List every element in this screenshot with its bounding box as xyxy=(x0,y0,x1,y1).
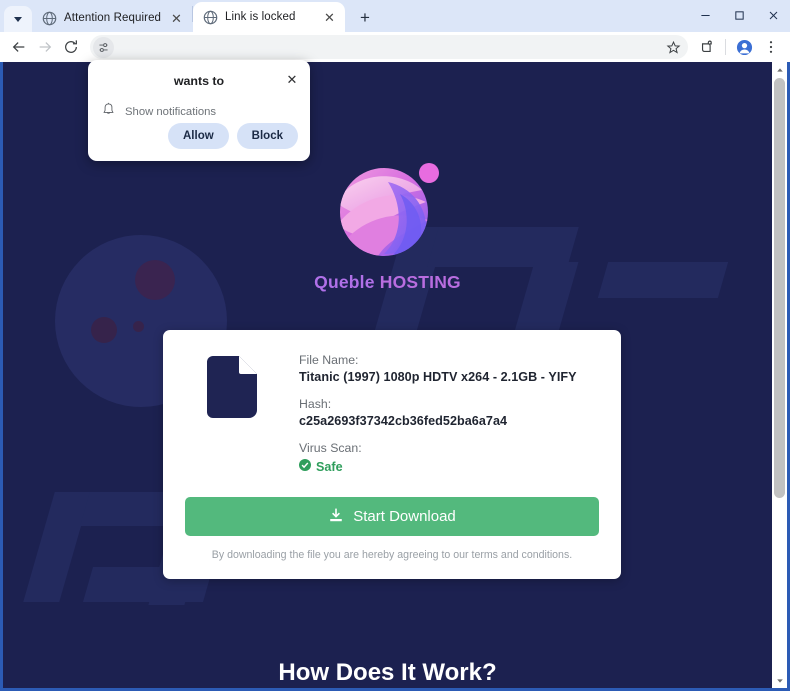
chevron-down-icon xyxy=(14,16,22,22)
how-it-works-title: How Does It Work? xyxy=(278,659,497,686)
virus-scan-value: Safe xyxy=(316,460,343,474)
logo-brand-second: HOSTING xyxy=(379,272,461,292)
hash-label: Hash: xyxy=(299,397,332,411)
tune-icon[interactable] xyxy=(93,36,114,58)
tab-strip: Attention Required! | Cloudfla ✕ Link is… xyxy=(0,0,790,32)
card-top-row: File Name: Titanic (1997) 1080p HDTV x26… xyxy=(185,352,599,476)
permission-request-row: Show notifications xyxy=(102,102,216,122)
reload-icon[interactable] xyxy=(58,34,84,60)
start-download-label: Start Download xyxy=(353,508,456,525)
star-icon[interactable] xyxy=(664,38,682,56)
tab-title: Link is locked xyxy=(225,11,296,23)
toolbar-divider xyxy=(725,39,726,55)
hash-value: c25a2693f37342cb36fed52ba6a7a4 xyxy=(299,414,508,428)
forward-arrow-icon xyxy=(32,34,58,60)
background-blob xyxy=(91,317,117,343)
tab-attention-required[interactable]: Attention Required! | Cloudfla ✕ xyxy=(32,4,192,32)
block-button[interactable]: Block xyxy=(236,123,298,149)
minimize-button[interactable] xyxy=(688,0,722,30)
allow-button[interactable]: Allow xyxy=(168,123,229,149)
profile-icon[interactable] xyxy=(731,34,757,60)
scroll-up-arrow-icon[interactable] xyxy=(772,62,787,77)
address-bar[interactable] xyxy=(90,35,688,59)
maximize-button[interactable] xyxy=(722,0,756,30)
toolbar-right-actions xyxy=(694,34,784,60)
document-icon xyxy=(207,356,257,418)
close-button[interactable] xyxy=(756,0,790,30)
logo-brand-first: Queble xyxy=(314,272,375,292)
download-icon xyxy=(328,507,344,527)
notification-permission-popup: wants to ✕ Show notifications Allow Bloc… xyxy=(88,60,310,161)
tab-search-button[interactable] xyxy=(4,6,32,32)
file-name-label: File Name: xyxy=(299,353,359,367)
kebab-menu-icon[interactable] xyxy=(758,34,784,60)
browser-toolbar xyxy=(0,32,790,62)
tab-title: Attention Required! | Cloudfla xyxy=(64,12,162,24)
close-icon[interactable]: ✕ xyxy=(322,10,337,25)
globe-icon xyxy=(42,11,57,26)
globe-icon xyxy=(203,10,218,25)
tab-link-is-locked[interactable]: Link is locked ✕ xyxy=(193,2,345,32)
new-tab-button[interactable]: + xyxy=(351,4,379,32)
site-logo: Queble HOSTING xyxy=(3,154,772,293)
scroll-down-arrow-icon[interactable] xyxy=(772,673,787,688)
page-scrollbar[interactable] xyxy=(772,62,787,688)
check-circle-icon xyxy=(299,458,311,476)
download-disclaimer: By downloading the file you are hereby a… xyxy=(211,549,573,561)
permission-actions: Allow Block xyxy=(168,123,298,149)
bell-icon xyxy=(102,102,115,122)
start-download-button[interactable]: Start Download xyxy=(185,497,599,536)
extensions-icon[interactable] xyxy=(694,34,720,60)
window-controls xyxy=(688,0,790,30)
virus-scan-label: Virus Scan: xyxy=(299,441,362,455)
sphere-logo-icon xyxy=(330,154,446,262)
file-info: File Name: Titanic (1997) 1080p HDTV x26… xyxy=(299,352,577,476)
watermark-stroke xyxy=(23,492,91,602)
close-icon[interactable]: ✕ xyxy=(169,11,184,26)
virus-scan-status: Safe xyxy=(299,458,577,476)
permission-title: wants to xyxy=(173,74,225,88)
file-name-value: Titanic (1997) 1080p HDTV x264 - 2.1GB -… xyxy=(299,370,577,384)
back-arrow-icon[interactable] xyxy=(6,34,32,60)
logo-wordmark: Queble HOSTING xyxy=(314,272,461,293)
scrollbar-thumb[interactable] xyxy=(774,78,785,498)
close-icon[interactable]: ✕ xyxy=(284,72,300,88)
download-card: File Name: Titanic (1997) 1080p HDTV x26… xyxy=(163,330,621,579)
browser-window: Attention Required! | Cloudfla ✕ Link is… xyxy=(0,0,790,691)
permission-request-text: Show notifications xyxy=(125,106,217,118)
background-blob xyxy=(133,321,144,332)
